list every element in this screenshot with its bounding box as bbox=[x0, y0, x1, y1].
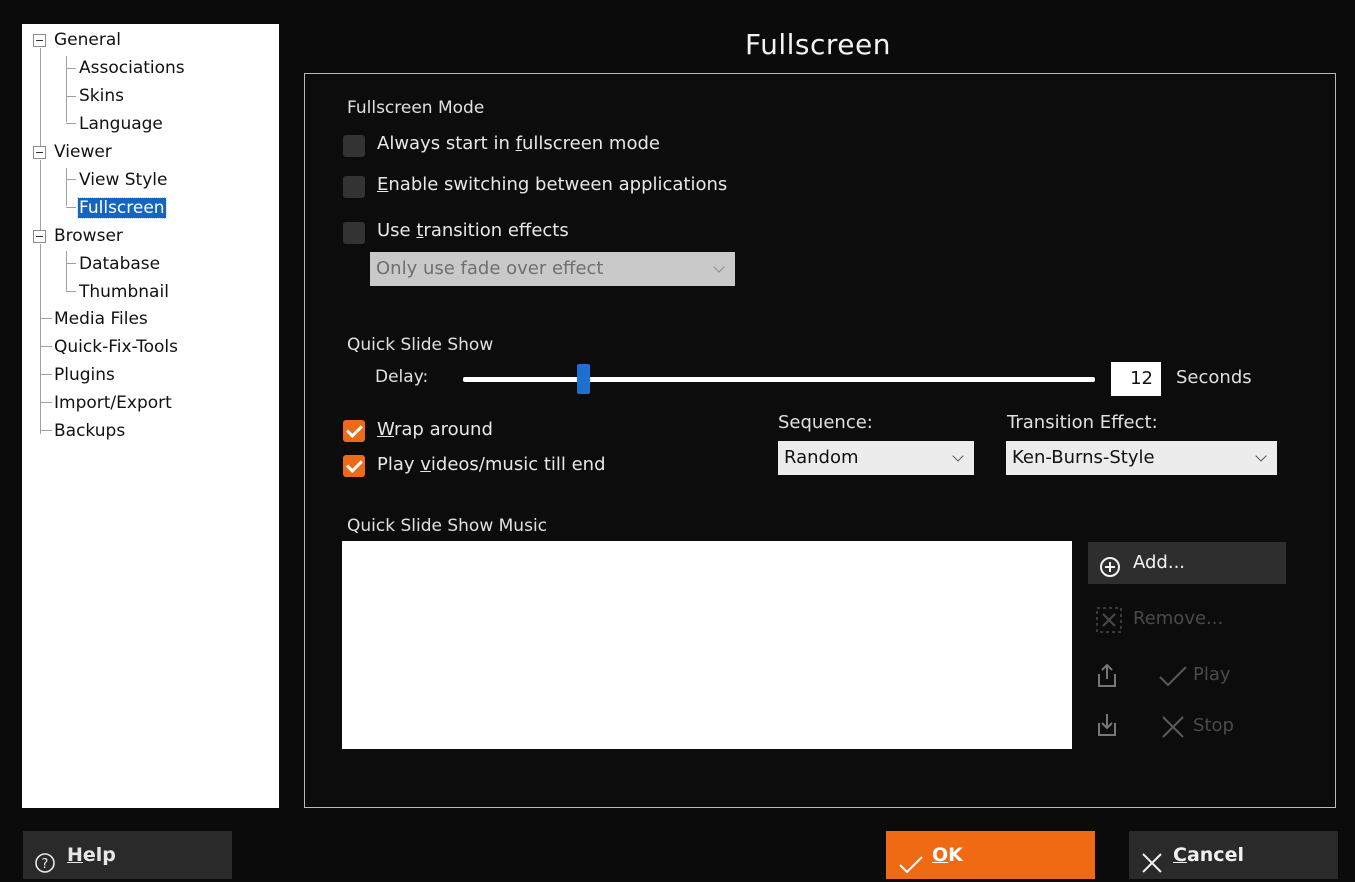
check-icon bbox=[1158, 664, 1188, 688]
tree-line bbox=[66, 263, 76, 264]
enable-switching-label[interactable]: Enable switching between applications bbox=[377, 174, 727, 195]
page-title: Fullscreen bbox=[745, 28, 891, 61]
tree-item-backups[interactable]: Backups bbox=[54, 418, 125, 444]
tree-line bbox=[66, 96, 76, 97]
tree-line bbox=[40, 346, 52, 347]
tree-item-import-export[interactable]: Import/Export bbox=[54, 390, 172, 416]
tree-item-fullscreen[interactable]: Fullscreen bbox=[77, 195, 167, 221]
chevron-down-icon bbox=[952, 450, 964, 462]
wrap-around-label[interactable]: Wrap around bbox=[377, 419, 493, 440]
tree-item-quick-fix-tools[interactable]: Quick-Fix-Tools bbox=[54, 334, 178, 360]
sequence-select[interactable]: Random bbox=[778, 441, 974, 475]
tree-line bbox=[66, 251, 67, 291]
close-icon bbox=[1160, 714, 1186, 740]
tree-item-thumbnail[interactable]: Thumbnail bbox=[79, 279, 169, 305]
tree-item-media-files[interactable]: Media Files bbox=[54, 306, 148, 332]
cancel-button[interactable]: Cancel bbox=[1129, 831, 1338, 879]
tree-line bbox=[66, 68, 76, 69]
transition-mode-select[interactable]: Only use fade over effect bbox=[370, 252, 735, 286]
tree-item-plugins[interactable]: Plugins bbox=[54, 362, 115, 388]
remove-music-button[interactable]: Remove... bbox=[1133, 608, 1223, 629]
collapse-icon[interactable] bbox=[33, 34, 46, 47]
transition-effect-select[interactable]: Ken-Burns-Style bbox=[1006, 441, 1277, 475]
sequence-label: Sequence: bbox=[778, 412, 873, 433]
check-icon bbox=[898, 845, 924, 874]
delay-slider-thumb[interactable] bbox=[577, 364, 591, 394]
quick-slideshow-heading: Quick Slide Show bbox=[347, 335, 494, 355]
tree-line bbox=[40, 402, 52, 403]
chevron-down-icon bbox=[1255, 450, 1267, 462]
music-heading: Quick Slide Show Music bbox=[347, 516, 548, 536]
svg-text:?: ? bbox=[42, 857, 49, 872]
help-icon: ? bbox=[34, 844, 56, 873]
move-down-icon[interactable] bbox=[1095, 711, 1119, 739]
seconds-label: Seconds bbox=[1176, 367, 1252, 388]
tree-item-general[interactable]: General bbox=[54, 27, 121, 53]
add-circle-icon bbox=[1099, 552, 1121, 577]
wrap-around-checkbox[interactable] bbox=[343, 420, 365, 442]
tree-line bbox=[66, 168, 67, 206]
tree-line bbox=[40, 48, 41, 146]
play-music-button[interactable]: Play bbox=[1193, 664, 1231, 685]
tree-item-browser[interactable]: Browser bbox=[54, 223, 123, 249]
delay-label: Delay: bbox=[375, 367, 429, 387]
tree-line bbox=[66, 291, 76, 292]
chevron-down-icon bbox=[713, 261, 725, 273]
tree-item-associations[interactable]: Associations bbox=[79, 55, 185, 81]
settings-tree: General Associations Skins Language View… bbox=[22, 24, 279, 808]
move-up-icon[interactable] bbox=[1095, 662, 1119, 690]
play-till-end-label[interactable]: Play videos/music till end bbox=[377, 454, 606, 475]
remove-icon bbox=[1094, 605, 1126, 635]
always-start-checkbox[interactable] bbox=[343, 135, 365, 157]
tree-line bbox=[40, 374, 52, 375]
tree-line bbox=[66, 179, 76, 180]
tree-item-skins[interactable]: Skins bbox=[79, 83, 124, 109]
use-transition-label[interactable]: Use transition effects bbox=[377, 220, 569, 241]
tree-item-language[interactable]: Language bbox=[79, 111, 163, 137]
tree-line bbox=[66, 56, 67, 122]
help-button[interactable]: ? Help bbox=[23, 831, 232, 879]
use-transition-checkbox[interactable] bbox=[343, 222, 365, 244]
tree-line bbox=[66, 123, 76, 124]
tree-item-view-style[interactable]: View Style bbox=[79, 167, 167, 193]
settings-panel: Fullscreen Mode Always start in fullscre… bbox=[304, 73, 1336, 808]
play-till-end-checkbox[interactable] bbox=[343, 455, 365, 477]
delay-slider-track[interactable] bbox=[463, 377, 1095, 382]
tree-item-database[interactable]: Database bbox=[79, 251, 160, 277]
delay-value-field[interactable]: 12 bbox=[1111, 362, 1161, 396]
add-music-label: Add... bbox=[1133, 552, 1186, 573]
tree-line bbox=[40, 160, 41, 230]
enable-switching-checkbox[interactable] bbox=[343, 176, 365, 198]
always-start-label[interactable]: Always start in fullscreen mode bbox=[377, 133, 660, 154]
close-icon bbox=[1141, 844, 1163, 873]
collapse-icon[interactable] bbox=[33, 230, 46, 243]
tree-line bbox=[66, 207, 76, 208]
add-music-button[interactable]: Add... bbox=[1088, 542, 1286, 584]
tree-line bbox=[40, 318, 52, 319]
music-list[interactable] bbox=[342, 541, 1072, 749]
tree-line bbox=[40, 244, 41, 434]
tree-item-viewer[interactable]: Viewer bbox=[54, 139, 112, 165]
ok-button[interactable]: OK bbox=[886, 831, 1095, 879]
transition-effect-label: Transition Effect: bbox=[1007, 412, 1158, 433]
fullscreen-mode-heading: Fullscreen Mode bbox=[347, 98, 485, 118]
collapse-icon[interactable] bbox=[33, 146, 46, 159]
stop-music-button[interactable]: Stop bbox=[1193, 715, 1234, 736]
tree-line bbox=[40, 430, 52, 431]
